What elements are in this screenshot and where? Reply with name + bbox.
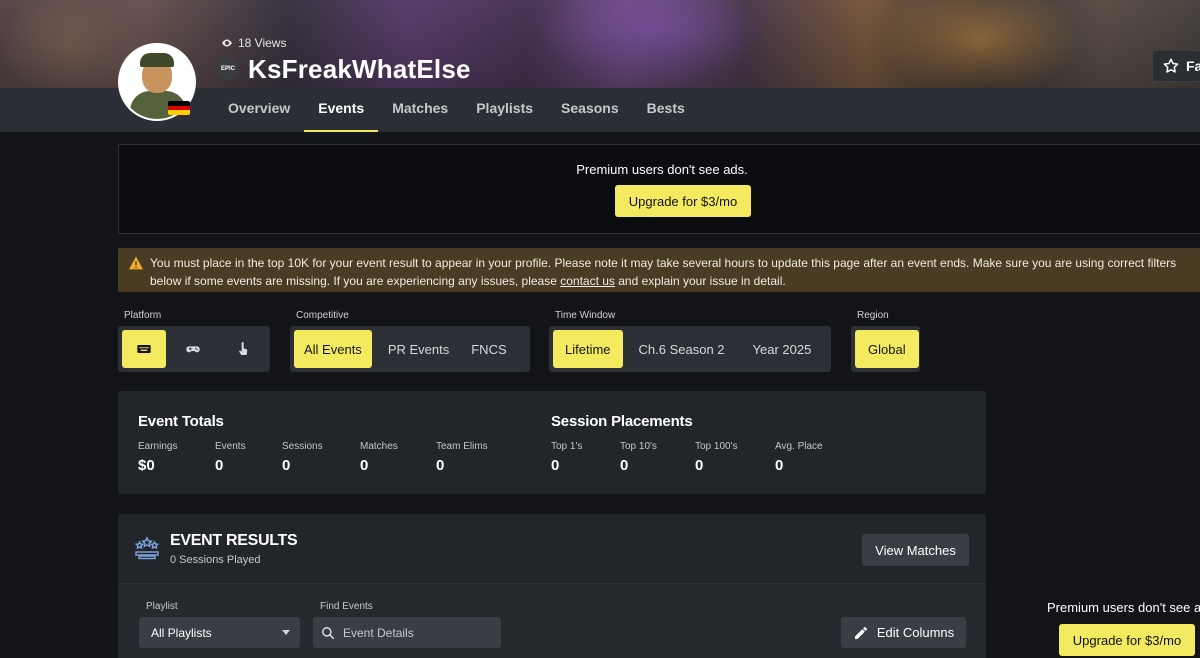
tab-seasons[interactable]: Seasons bbox=[547, 88, 633, 132]
username: KsFreakWhatElse bbox=[248, 54, 471, 84]
search-icon bbox=[322, 626, 335, 639]
filter-all-events[interactable]: All Events bbox=[294, 330, 372, 368]
warning-text-2: and explain your issue in detail. bbox=[614, 274, 786, 288]
side-ad-text: Premium users don't see ads. bbox=[1047, 600, 1200, 615]
side-upgrade-button[interactable]: Upgrade for $3/mo bbox=[1059, 624, 1195, 656]
view-count: 18 Views bbox=[221, 36, 286, 50]
tab-matches[interactable]: Matches bbox=[378, 88, 462, 132]
find-events-field bbox=[313, 617, 501, 648]
view-matches-button[interactable]: View Matches bbox=[862, 534, 969, 566]
laurel-stars-icon bbox=[134, 536, 160, 560]
touch-icon bbox=[239, 342, 248, 355]
filter-lifetime[interactable]: Lifetime bbox=[553, 330, 623, 368]
competitive-label: Competitive bbox=[296, 310, 349, 321]
pencil-icon bbox=[854, 626, 867, 639]
tab-events[interactable]: Events bbox=[304, 88, 379, 132]
view-count-text: 18 Views bbox=[238, 36, 287, 50]
playlist-select[interactable]: All Playlists bbox=[139, 617, 300, 648]
tab-bests[interactable]: Bests bbox=[633, 88, 699, 132]
eye-icon bbox=[222, 39, 232, 47]
event-totals-title: Event Totals bbox=[138, 413, 224, 430]
filter-fncs[interactable]: FNCS bbox=[463, 330, 514, 368]
contact-us-link[interactable]: contact us bbox=[560, 274, 615, 288]
stat-earnings: Earnings $0 bbox=[138, 441, 178, 474]
region-label: Region bbox=[857, 310, 889, 321]
stat-top-100: Top 100's 0 bbox=[695, 441, 738, 474]
time-window-label: Time Window bbox=[555, 310, 616, 321]
stat-team-elims: Team Elims 0 bbox=[436, 441, 488, 474]
playlist-label: Playlist bbox=[146, 601, 178, 612]
stat-avg-place: Avg. Place 0 bbox=[775, 441, 823, 474]
filter-ch6-season2[interactable]: Ch.6 Season 2 bbox=[627, 330, 737, 368]
stat-sessions: Sessions 0 bbox=[282, 441, 323, 474]
gamepad-icon bbox=[186, 346, 200, 353]
filter-global[interactable]: Global bbox=[855, 330, 919, 368]
tab-overview[interactable]: Overview bbox=[214, 88, 304, 132]
keyboard-icon bbox=[137, 345, 151, 353]
epic-games-icon: EPIC bbox=[217, 58, 239, 80]
upgrade-button[interactable]: Upgrade for $3/mo bbox=[615, 185, 751, 217]
region-filter: Region Global bbox=[851, 310, 920, 372]
warning-notice: You must place in the top 10K for your e… bbox=[118, 248, 1200, 292]
platform-filter: Platform bbox=[118, 310, 270, 372]
platform-touch[interactable] bbox=[220, 330, 266, 368]
stat-top-1: Top 1's 0 bbox=[551, 441, 583, 474]
stat-top-10: Top 10's 0 bbox=[620, 441, 657, 474]
event-results-title: EVENT RESULTS bbox=[170, 532, 298, 549]
star-icon bbox=[1163, 58, 1179, 73]
platform-label: Platform bbox=[124, 310, 162, 321]
caret-down-icon bbox=[282, 630, 290, 635]
warning-icon bbox=[129, 256, 143, 270]
find-events-input[interactable] bbox=[343, 625, 493, 640]
stat-events: Events 0 bbox=[215, 441, 246, 474]
time-window-filter: Time Window Lifetime Ch.6 Season 2 Year … bbox=[549, 310, 831, 372]
session-placements-title: Session Placements bbox=[551, 413, 693, 430]
platform-keyboard[interactable] bbox=[122, 330, 166, 368]
ad-text: Premium users don't see ads. bbox=[576, 162, 748, 177]
stat-matches: Matches 0 bbox=[360, 441, 398, 474]
germany-flag-icon bbox=[168, 101, 190, 115]
sessions-played: 0 Sessions Played bbox=[170, 554, 261, 566]
filter-year-2025[interactable]: Year 2025 bbox=[741, 330, 824, 368]
competitive-filter: Competitive All Events PR Events FNCS bbox=[290, 310, 530, 372]
find-events-label: Find Events bbox=[320, 601, 373, 612]
tab-playlists[interactable]: Playlists bbox=[462, 88, 547, 132]
edit-columns-button[interactable]: Edit Columns bbox=[841, 617, 966, 648]
event-stats-panel: Event Totals Earnings $0 Events 0 Sessio… bbox=[118, 391, 986, 494]
ad-banner: Premium users don't see ads. Upgrade for… bbox=[118, 144, 1200, 234]
filter-pr-events[interactable]: PR Events bbox=[376, 330, 459, 368]
platform-gamepad[interactable] bbox=[170, 330, 216, 368]
event-results-panel: EVENT RESULTS 0 Sessions Played View Mat… bbox=[118, 514, 986, 658]
favorite-button[interactable]: Fa bbox=[1152, 50, 1200, 82]
